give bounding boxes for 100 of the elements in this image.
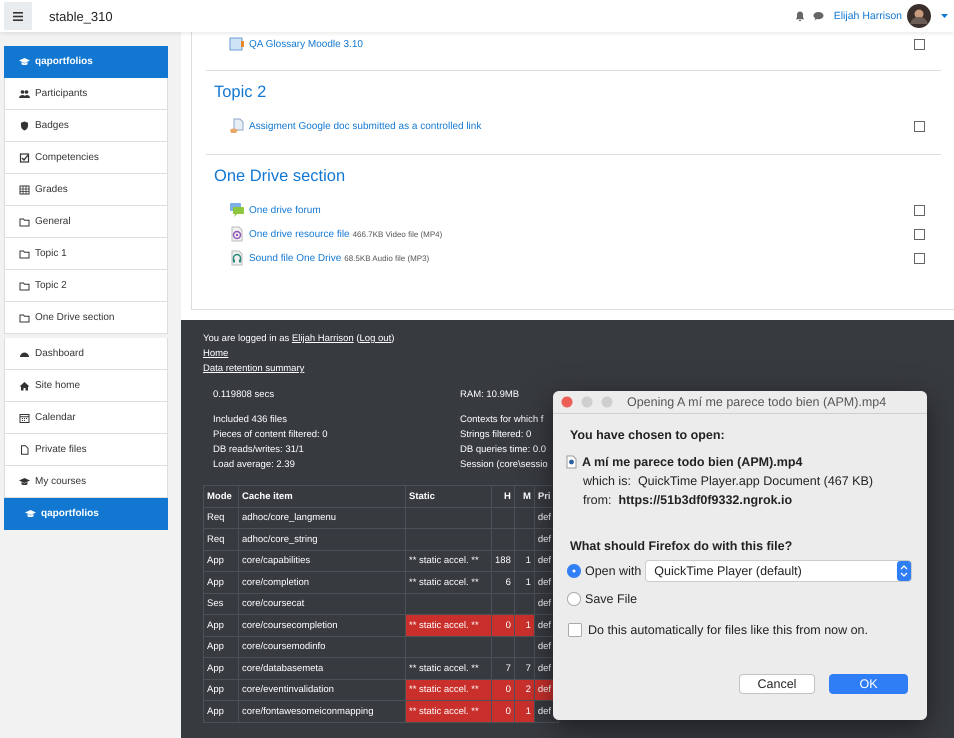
sidebar-item[interactable]: qaportfolios — [4, 498, 168, 530]
folder-icon — [19, 216, 30, 226]
calendar-icon — [19, 412, 30, 422]
option-label[interactable]: Save File — [585, 592, 638, 606]
table-cell: ** static accel. ** — [406, 679, 492, 700]
completion-checkbox[interactable] — [914, 228, 925, 240]
table-cell: 1 — [514, 700, 534, 722]
speech-bubble-icon — [229, 202, 245, 218]
completion-checkbox[interactable] — [914, 120, 925, 132]
performance-stat: DB queries time: 0.0 — [460, 443, 546, 457]
info-label: which is: — [583, 475, 631, 488]
footer-link[interactable]: Data retention summary — [203, 363, 304, 374]
table-cell — [492, 507, 514, 528]
headphones-icon — [229, 250, 245, 266]
table-cell: core/completion — [238, 572, 406, 593]
chat-icon[interactable] — [812, 11, 824, 21]
window-controls[interactable] — [561, 396, 613, 408]
table-icon — [19, 184, 30, 194]
table-cell: App — [204, 636, 238, 658]
table-cell: core/coursecompletion — [238, 614, 406, 636]
bell-icon[interactable] — [794, 10, 805, 22]
file-type: QuickTime Player.app Document (467 KB) — [638, 475, 873, 488]
sidebar-item[interactable]: Calendar — [4, 402, 168, 434]
sidebar-item[interactable]: Grades — [4, 174, 168, 206]
avatar[interactable] — [907, 4, 931, 28]
file-icon — [566, 455, 577, 469]
sidebar-item[interactable]: One Drive section — [4, 302, 168, 334]
table-cell: ** static accel. ** — [406, 572, 492, 593]
site-name[interactable]: stable_310 — [49, 8, 113, 24]
table-cell: core/capabilities — [238, 550, 406, 572]
table-cell — [492, 636, 514, 658]
sidebar-item[interactable]: Dashboard — [4, 338, 168, 370]
menu-button[interactable] — [4, 2, 32, 30]
sidebar-item[interactable]: Participants — [4, 78, 168, 110]
sidebar-item[interactable]: Private files — [4, 434, 168, 466]
dialog-title: Opening A mí me parece todo bien (APM).mp4 — [627, 395, 886, 409]
table-cell: core/fontawesomeiconmapping — [238, 700, 406, 722]
folder-icon — [19, 312, 30, 322]
table-cell: 2 — [514, 679, 534, 700]
table-cell — [514, 636, 534, 658]
table-cell: 1 — [514, 550, 534, 572]
sidebar-item[interactable]: Topic 2 — [4, 270, 168, 302]
file-name: A mí me parece todo bien (APM).mp4 — [582, 455, 802, 469]
info-label: from: — [583, 494, 612, 507]
graduation-cap-icon — [19, 476, 30, 486]
activity-link[interactable]: One drive forum — [249, 204, 321, 216]
table-cell: 0 — [492, 614, 514, 636]
cancel-button[interactable]: Cancel — [739, 674, 815, 694]
home-icon — [19, 380, 30, 390]
sidebar-item[interactable]: Badges — [4, 110, 168, 142]
sidebar-item[interactable]: qaportfolios — [4, 46, 168, 78]
table-cell: App — [204, 572, 238, 593]
sidebar-item[interactable]: Site home — [4, 370, 168, 402]
checkbox-label[interactable]: Do this automatically for files like this from now on. — [588, 623, 868, 637]
file-icon — [19, 444, 30, 454]
table-cell: 0 — [492, 700, 514, 722]
table-cell: 188 — [492, 550, 514, 572]
application-select[interactable]: QuickTime Player (default) — [646, 560, 911, 580]
caret-icon[interactable] — [941, 14, 948, 18]
sidebar-item[interactable]: General — [4, 206, 168, 238]
table-cell: App — [204, 614, 238, 636]
ok-button[interactable]: OK — [829, 674, 908, 694]
completion-checkbox[interactable] — [914, 204, 925, 216]
table-cell: 7 — [514, 658, 534, 679]
table-cell: core/databasemeta — [238, 658, 406, 679]
document-hand-icon — [229, 118, 245, 134]
option-label[interactable]: Open with — [585, 564, 642, 578]
section-title[interactable]: One Drive section — [214, 167, 933, 186]
file-source: https://51b3df0f9332.ngrok.io — [618, 494, 792, 507]
table-cell: adhoc/core_langmenu — [238, 507, 406, 528]
table-cell: App — [204, 700, 238, 722]
footer-link[interactable]: Home — [203, 348, 228, 359]
performance-stat: Session (core\sessio — [460, 458, 548, 472]
table-cell — [514, 507, 534, 528]
sidebar-item[interactable]: My courses — [4, 466, 168, 498]
completion-checkbox[interactable] — [914, 38, 925, 50]
activity-link[interactable]: One drive resource file — [249, 228, 350, 240]
column-header: Static — [406, 486, 492, 507]
folder-icon — [19, 280, 30, 290]
section-title[interactable]: Topic 2 — [214, 83, 933, 102]
sidebar-item[interactable]: Topic 1 — [4, 238, 168, 270]
radio-button[interactable] — [567, 592, 581, 606]
video-file-icon — [229, 226, 245, 242]
file-details: 466.7KB Video file (MP4) — [352, 230, 442, 238]
activity-link[interactable]: Sound file One Drive — [249, 252, 342, 264]
checkbox[interactable] — [568, 623, 582, 637]
table-cell: Req — [204, 507, 238, 528]
logout-link[interactable]: Log out — [360, 333, 392, 344]
user-link[interactable]: Elijah Harrison — [292, 333, 354, 344]
shield-icon — [19, 120, 30, 130]
activity-link[interactable]: QA Glossary Moodle 3.10 — [249, 38, 363, 50]
sidebar-item[interactable]: Competencies — [4, 142, 168, 174]
radio-button[interactable] — [567, 564, 581, 578]
activity-link[interactable]: Assigment Google doc submitted as a controlled link — [249, 120, 482, 132]
table-cell: App — [204, 679, 238, 700]
column-header: M — [514, 486, 534, 507]
performance-stat: Load average: 2.39 — [213, 458, 295, 472]
completion-checkbox[interactable] — [914, 252, 925, 264]
user-name[interactable]: Elijah Harrison — [834, 10, 902, 22]
login-info: You are logged in as Elijah Harrison (Log out) — [203, 333, 394, 344]
